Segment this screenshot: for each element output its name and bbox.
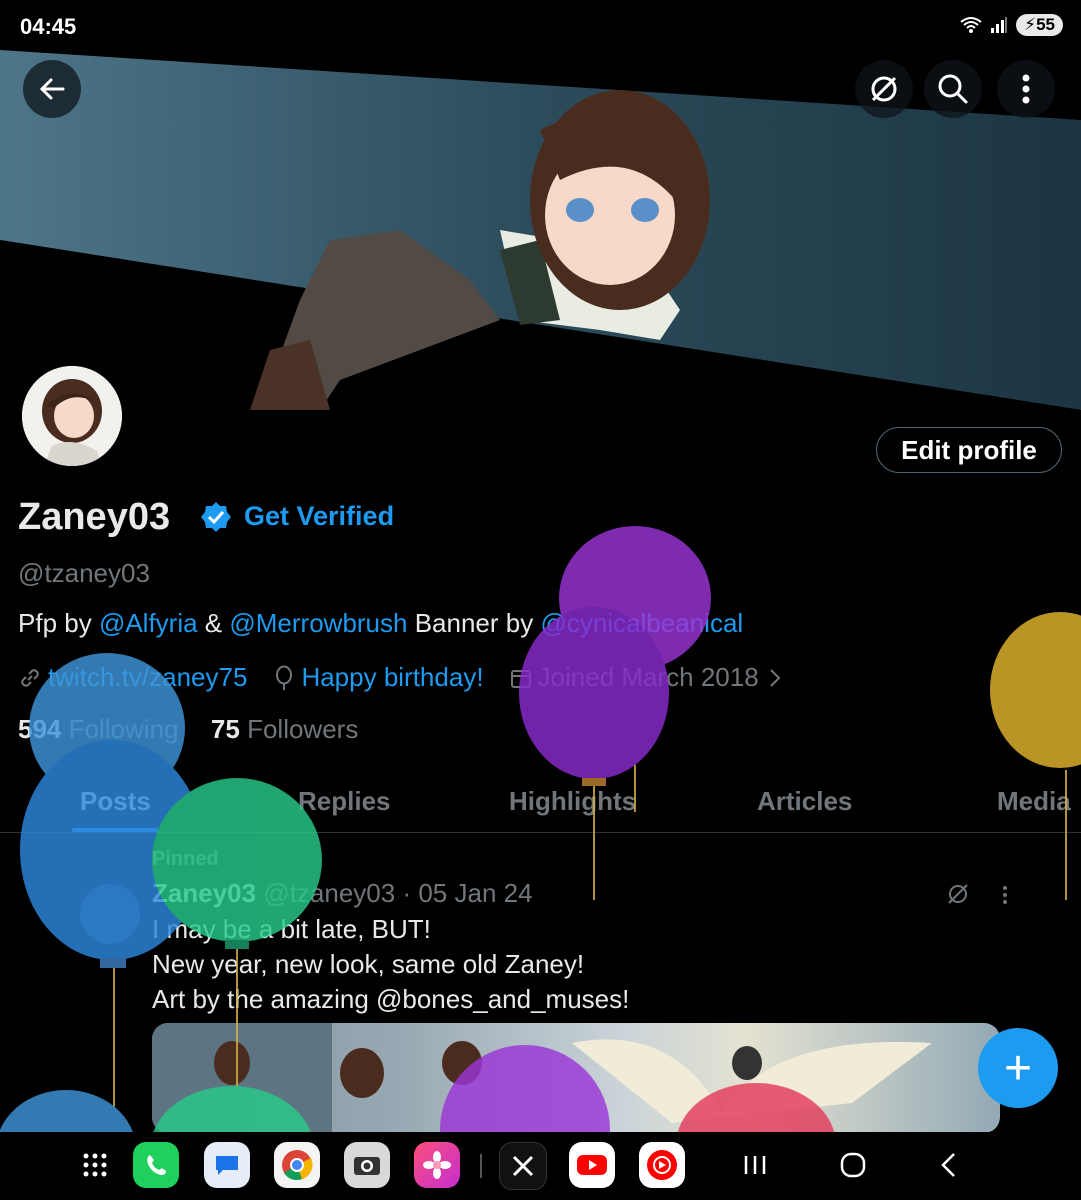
wifi-icon [960,17,982,33]
grok-icon[interactable] [946,882,970,906]
chrome-icon [282,1150,313,1180]
post-text: I may be a bit late, BUT! New year, new … [152,912,629,1017]
post-author[interactable]: Zaney03 [152,878,256,908]
following-count: 594 [18,714,62,744]
balloon-icon [276,665,293,690]
profile-tabs: Posts Replies Highlights Articles Media [0,774,1081,833]
post-line: New year, new look, same old Zaney! [152,949,585,979]
phone-app[interactable] [133,1142,179,1188]
bio-text: Pfp by [18,608,99,638]
pinned-label: Pinned [152,848,219,870]
apps-grid-button[interactable] [72,1142,118,1188]
more-vertical-icon[interactable] [1001,884,1009,906]
joined-date: Joined March 2018 [537,662,759,692]
plus-icon: + [1003,1041,1033,1095]
calendar-icon [510,669,531,688]
tab-highlights[interactable]: Highlights [509,786,636,817]
link-icon [21,668,39,687]
dock-divider [480,1154,482,1178]
mention-link[interactable]: @Merrowbrush [229,608,407,638]
tab-articles[interactable]: Articles [757,786,852,817]
search-button[interactable] [924,60,982,118]
arrow-left-icon [39,78,65,100]
search-icon [938,74,968,104]
get-verified-link[interactable]: Get Verified [244,501,394,532]
back-nav-button[interactable] [936,1150,962,1185]
tab-media[interactable]: Media [997,786,1071,817]
follow-stats: 594 Following 75 Followers [18,714,358,745]
profile-handle: @tzaney03 [18,558,150,588]
following-label: Following [68,714,179,744]
post-date: · 05 Jan 24 [402,878,533,908]
post-header: Zaney03 @tzaney03 · 05 Jan 24 [152,878,533,909]
following-stat[interactable]: 594 Following [18,714,178,744]
grok-button[interactable] [855,60,913,118]
verified-badge [200,501,232,538]
gallery-app[interactable] [414,1142,460,1188]
followers-label: Followers [247,714,359,744]
status-bar: 04:45 ⚡55 [0,0,1081,50]
messages-icon [216,1156,238,1175]
more-options-button[interactable] [997,60,1055,118]
profile-meta: twitch.tv/zaney75 Happy birthday! Joined… [18,662,785,693]
compose-post-button[interactable]: + [978,1028,1058,1108]
mention-link[interactable]: @cynicalbeanical [540,608,743,638]
active-tab-indicator [72,828,158,832]
chevron-right-icon[interactable] [765,667,785,689]
post-handle: @tzaney03 [263,878,396,908]
status-time: 04:45 [20,14,77,39]
system-icons: ⚡55 [960,14,1063,36]
recents-icon [744,1156,766,1174]
profile-banner[interactable] [0,50,1081,430]
youtube-app[interactable] [569,1142,615,1188]
camera-app[interactable] [344,1142,390,1188]
post-line: Art by the amazing @bones_and_muses! [152,984,630,1014]
camera-icon [354,1157,380,1175]
messages-app[interactable] [204,1142,250,1188]
profile-name: Zaney03 [18,496,171,538]
post-media-image[interactable] [152,1023,1000,1133]
android-navigation-bar [0,1132,1081,1200]
profile-bio: Pfp by @Alfyria & @Merrowbrush Banner by… [18,608,743,639]
profile-avatar[interactable] [18,362,126,470]
followers-stat[interactable]: 75 Followers [211,714,358,744]
followers-count: 75 [210,714,240,744]
battery-indicator: ⚡55 [1016,14,1063,36]
home-button[interactable] [838,1150,868,1185]
x-icon [512,1155,534,1177]
avatar-image [22,366,122,466]
chrome-app[interactable] [274,1142,320,1188]
apps-grid-icon [83,1153,107,1177]
youtube-music-app[interactable] [639,1142,685,1188]
mention-link[interactable]: @Alfyria [99,608,198,638]
signal-icon [991,17,1008,33]
verified-check-icon [201,502,231,532]
tab-replies[interactable]: Replies [298,786,391,817]
x-app[interactable] [499,1142,547,1190]
birthday-link[interactable]: Happy birthday! [301,662,483,693]
tab-posts[interactable]: Posts [80,786,151,817]
post-line: I may be a bit late, BUT! [152,914,431,944]
post-artwork [152,1023,932,1133]
youtube-music-icon [647,1150,677,1180]
bio-text: & [197,608,230,638]
recents-button[interactable] [740,1148,770,1187]
post-avatar[interactable] [80,884,140,944]
grok-icon [871,76,897,102]
edit-profile-button[interactable]: Edit profile [876,427,1062,473]
phone-icon [147,1155,166,1175]
gallery-icon [423,1151,451,1179]
youtube-icon [577,1155,607,1175]
website-link[interactable]: twitch.tv/zaney75 [48,662,247,693]
bio-text: Banner by [407,608,541,638]
back-button[interactable] [23,60,81,118]
banner-image [0,50,1081,430]
home-icon [840,1152,866,1178]
back-chevron-icon [941,1153,955,1177]
more-vertical-icon [1022,74,1030,104]
